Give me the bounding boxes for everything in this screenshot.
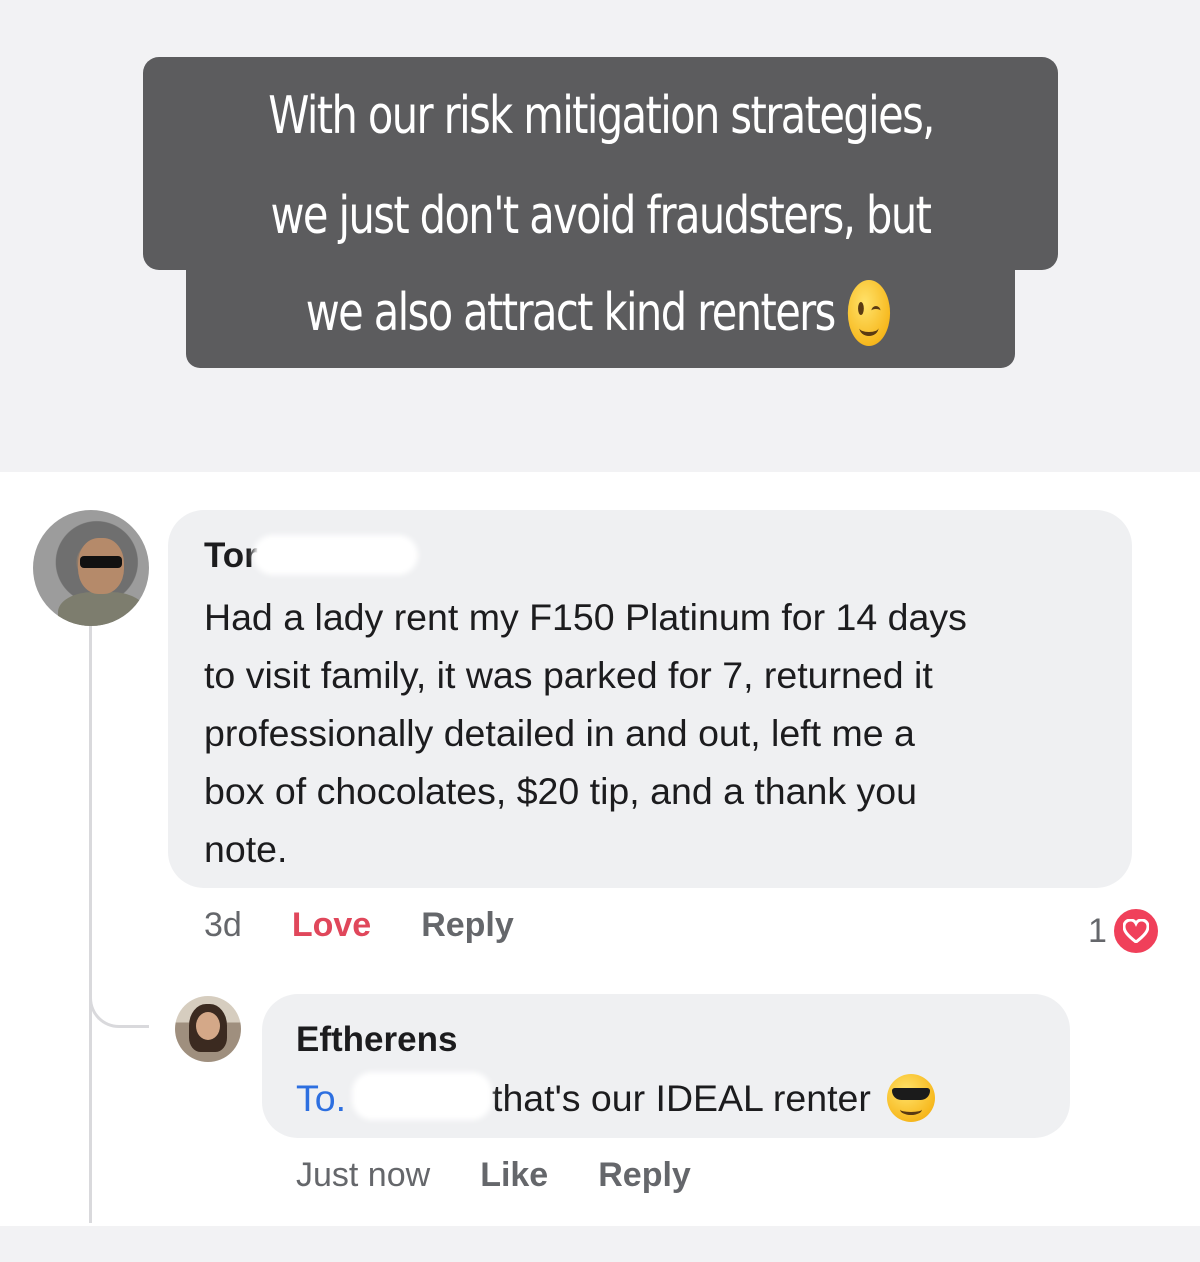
- comment-time: 3d: [204, 906, 242, 944]
- caption-line-3: we also attract kind renters: [186, 258, 1015, 368]
- heart-icon: [1110, 906, 1161, 956]
- caption-line-1: With our risk mitigation strategies,: [143, 57, 1058, 174]
- love-button[interactable]: Love: [292, 906, 371, 945]
- avatar-tor[interactable]: [33, 510, 149, 626]
- redaction-mark: [253, 535, 418, 575]
- reply-text: that's our IDEAL renter: [492, 1076, 871, 1119]
- bottom-strip: [0, 1226, 1200, 1262]
- reply-button[interactable]: Reply: [421, 906, 514, 945]
- winking-face-icon: [847, 280, 891, 346]
- story-caption-area: With our risk mitigation strategies, we …: [0, 0, 1200, 472]
- mention-link[interactable]: To.: [296, 1077, 346, 1120]
- like-button[interactable]: Like: [480, 1156, 548, 1195]
- reply-button[interactable]: Reply: [598, 1156, 691, 1195]
- avatar-eftherens[interactable]: [175, 996, 241, 1062]
- reply-time: Just now: [296, 1156, 431, 1194]
- reply-actions: Just now Like Reply: [296, 1156, 741, 1195]
- sunglasses-face-icon: [886, 1074, 935, 1122]
- thread-branch: [89, 970, 149, 1028]
- reply-author[interactable]: Eftherens: [296, 1020, 457, 1060]
- reaction-summary[interactable]: 1: [1088, 906, 1161, 956]
- caption-line-2: we just don't avoid fraudsters, but: [143, 162, 1058, 270]
- thread-line: [89, 625, 92, 1223]
- caption-line-3-text: we also attract kind renters: [305, 283, 837, 343]
- comment-actions: 3d Love Reply: [204, 906, 564, 945]
- comment-author[interactable]: Tor: [204, 536, 258, 576]
- reaction-count: 1: [1088, 911, 1107, 950]
- redaction-mark: [352, 1072, 492, 1120]
- comment-text: Had a lady rent my F150 Platinum for 14 …: [204, 596, 967, 870]
